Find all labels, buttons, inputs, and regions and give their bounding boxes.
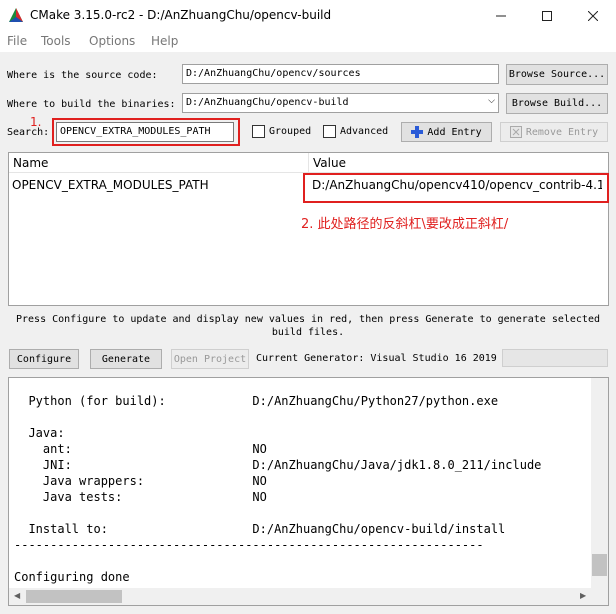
build-path-value: D:/AnZhuangChu/opencv-build <box>186 97 349 108</box>
menu-tools[interactable]: Tools <box>41 34 71 48</box>
title-bar: CMake 3.15.0-rc2 - D:/AnZhuangChu/opencv… <box>0 0 616 31</box>
annotation-step-2: 2. 此处路径的反斜杠\要改成正斜杠/ <box>301 217 509 232</box>
log-line: ant: NO <box>14 442 267 456</box>
source-label: Where is the source code: <box>7 70 158 81</box>
grouped-checkbox[interactable] <box>252 125 265 138</box>
log-line: Install to: D:/AnZhuangChu/opencv-build/… <box>14 522 506 536</box>
column-header-name[interactable]: Name <box>9 153 309 173</box>
browse-source-button[interactable]: Browse Source... <box>506 64 608 85</box>
configure-button[interactable]: Configure <box>9 349 79 369</box>
minimize-icon <box>496 15 506 16</box>
generate-button[interactable]: Generate <box>90 349 162 369</box>
browse-build-button[interactable]: Browse Build... <box>506 93 608 114</box>
build-path-combobox[interactable]: D:/AnZhuangChu/opencv-build ⌵ <box>182 93 499 113</box>
menu-help[interactable]: Help <box>151 34 178 48</box>
log-line: Configuring done <box>14 570 130 584</box>
horizontal-scrollbar[interactable]: ◀ ▶ <box>9 588 608 605</box>
menu-file[interactable]: File <box>7 34 27 48</box>
add-entry-label: Add Entry <box>427 126 482 138</box>
close-icon <box>588 10 598 21</box>
minimize-button[interactable] <box>478 0 524 31</box>
annotation-highlight-value <box>303 173 609 203</box>
column-header-value[interactable]: Value <box>309 153 608 173</box>
menu-options[interactable]: Options <box>89 34 135 48</box>
cmake-logo-icon <box>9 8 23 22</box>
configure-hint: Press Configure to update and display ne… <box>16 314 600 338</box>
advanced-label: Advanced <box>340 126 389 137</box>
current-generator-label: Current Generator: Visual Studio 16 2019 <box>256 353 497 364</box>
output-log[interactable]: Python (for build): D:/AnZhuangChu/Pytho… <box>8 377 609 606</box>
log-line: ----------------------------------------… <box>14 538 484 552</box>
log-line: Java wrappers: NO <box>14 474 267 488</box>
scroll-left-icon[interactable]: ◀ <box>14 591 20 600</box>
vertical-scrollbar[interactable] <box>591 378 608 588</box>
maximize-button[interactable] <box>524 0 570 31</box>
log-line: JNI: D:/AnZhuangChu/Java/jdk1.8.0_211/in… <box>14 458 542 472</box>
window-title: CMake 3.15.0-rc2 - D:/AnZhuangChu/opencv… <box>30 8 332 22</box>
vertical-scroll-thumb[interactable] <box>592 554 607 576</box>
search-label: Search: <box>7 127 50 138</box>
annotation-highlight-search <box>52 118 240 146</box>
menu-bar: File Tools Options Help <box>0 31 616 52</box>
advanced-checkbox[interactable] <box>323 125 336 138</box>
open-project-button[interactable]: Open Project <box>171 349 249 369</box>
remove-icon <box>509 126 522 138</box>
log-line: Java tests: NO <box>14 490 267 504</box>
grouped-label: Grouped <box>269 126 312 137</box>
horizontal-scroll-thumb[interactable] <box>26 590 122 603</box>
entry-name[interactable]: OPENCV_EXTRA_MODULES_PATH <box>12 178 209 192</box>
add-entry-button[interactable]: Add Entry <box>401 122 492 142</box>
remove-entry-label: Remove Entry <box>525 126 599 138</box>
build-label: Where to build the binaries: <box>7 99 176 110</box>
log-line: Python (for build): D:/AnZhuangChu/Pytho… <box>14 394 499 408</box>
remove-entry-button[interactable]: Remove Entry <box>500 122 608 142</box>
chevron-down-icon[interactable]: ⌵ <box>488 96 495 106</box>
plus-icon <box>411 126 424 138</box>
scroll-right-icon[interactable]: ▶ <box>580 591 586 600</box>
close-button[interactable] <box>570 0 616 31</box>
log-line: Java: <box>14 426 65 440</box>
source-path-input[interactable]: D:/AnZhuangChu/opencv/sources <box>182 64 499 84</box>
progress-bar <box>502 349 608 367</box>
maximize-icon <box>542 10 552 21</box>
